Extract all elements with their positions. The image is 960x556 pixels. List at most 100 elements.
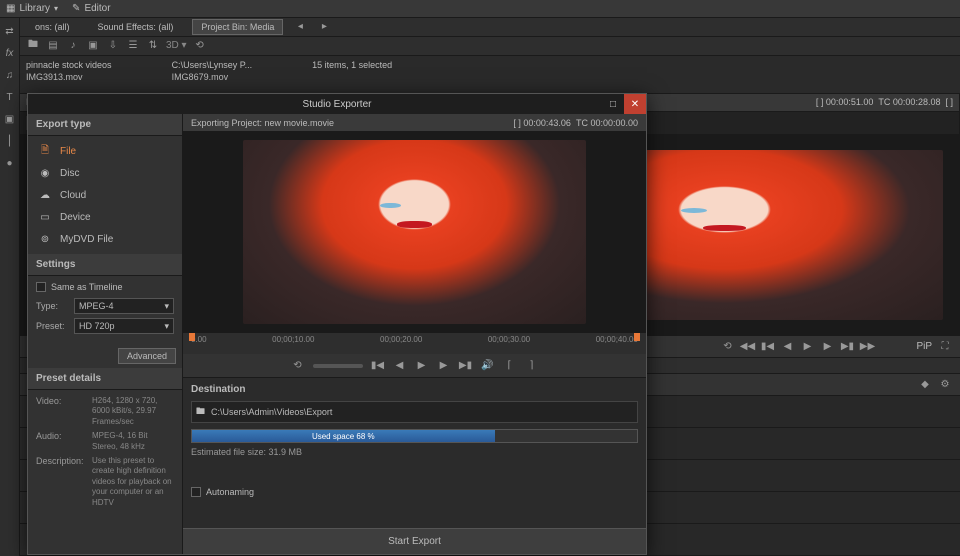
folder-icon[interactable]: 🖿 bbox=[26, 39, 40, 53]
tick: 00;00;40.00 bbox=[596, 335, 638, 344]
step-fwd-icon[interactable]: ▶ bbox=[820, 340, 834, 354]
export-type-disc[interactable]: ◉Disc bbox=[28, 162, 182, 184]
program-tc-out: TC 00:00:28.08 bbox=[878, 97, 940, 107]
same-as-timeline-checkbox[interactable]: Same as Timeline bbox=[36, 282, 174, 292]
editor-tab[interactable]: ✎ Editor bbox=[72, 3, 111, 14]
grid-icon: ▦ bbox=[6, 3, 15, 14]
step-fwd-icon[interactable]: ▶ bbox=[437, 359, 451, 373]
library-tab[interactable]: ▦ Library ▾ bbox=[6, 3, 58, 14]
export-type-file[interactable]: 🗎 File bbox=[28, 140, 182, 162]
tool-effects[interactable]: fx bbox=[3, 46, 17, 60]
checkbox-icon bbox=[191, 487, 201, 497]
mark-out-icon[interactable]: ⌉ bbox=[525, 359, 539, 373]
export-transport: ⟲ ▮◀ ◀ ▶ ▶ ▶▮ 🔊 ⌈ ⌉ bbox=[183, 354, 646, 378]
go-start-icon[interactable]: ▮◀ bbox=[371, 359, 385, 373]
ffwd-icon[interactable]: ▶▶ bbox=[860, 340, 874, 354]
list-icon[interactable]: ☰ bbox=[126, 39, 140, 53]
export-type-mydvd[interactable]: ⊚MyDVD File bbox=[28, 228, 182, 250]
tab-projectbin[interactable]: Project Bin: Media bbox=[192, 19, 283, 35]
loop-icon[interactable]: ⟲ bbox=[291, 359, 305, 373]
export-type-label: Device bbox=[60, 212, 91, 223]
file-icon: 🗎 bbox=[38, 144, 52, 158]
bin-path[interactable]: C:\Users\Lynsey P... bbox=[172, 60, 253, 70]
music-icon[interactable]: ♪ bbox=[66, 39, 80, 53]
preset-details-header: Preset details bbox=[28, 368, 182, 390]
export-type-cloud[interactable]: ☁Cloud bbox=[28, 184, 182, 206]
close-button[interactable]: ✕ bbox=[624, 94, 646, 114]
fullscreen-icon[interactable]: ⛶ bbox=[938, 340, 952, 354]
device-icon: ▭ bbox=[38, 210, 52, 224]
disk-usage-bar: Used space 68 % bbox=[191, 429, 638, 443]
bin-file-2[interactable]: IMG8679.mov bbox=[172, 72, 253, 82]
shuttle-slider[interactable] bbox=[313, 364, 363, 368]
go-start-icon[interactable]: ▮◀ bbox=[760, 340, 774, 354]
loop-icon[interactable]: ⟲ bbox=[720, 340, 734, 354]
bin-folder-name[interactable]: pinnacle stock videos bbox=[26, 60, 112, 70]
tab-prev-icon[interactable]: ◂ bbox=[293, 20, 307, 34]
out-marker[interactable] bbox=[634, 333, 640, 341]
autonaming-checkbox[interactable]: Autonaming bbox=[191, 487, 638, 497]
export-type-label: MyDVD File bbox=[60, 234, 113, 245]
volume-icon[interactable]: 🔊 bbox=[481, 359, 495, 373]
loop-icon[interactable]: ⟲ bbox=[193, 39, 207, 53]
tool-voice[interactable]: ● bbox=[3, 156, 17, 170]
browser-content: pinnacle stock videos IMG3913.mov C:\Use… bbox=[20, 56, 960, 94]
destination-path-row[interactable]: 🖿 C:\Users\Admin\Videos\Export bbox=[191, 401, 638, 423]
preset-value: HD 720p bbox=[79, 321, 115, 331]
reverse-icon[interactable]: ◀◀ bbox=[740, 340, 754, 354]
tool-photo[interactable]: ▣ bbox=[3, 112, 17, 126]
sort-icon[interactable]: ⇅ bbox=[146, 39, 160, 53]
bin-file-1[interactable]: IMG3913.mov bbox=[26, 72, 112, 82]
tab-soundfx[interactable]: Sound Effects: (all) bbox=[89, 19, 183, 35]
advanced-button[interactable]: Advanced bbox=[118, 348, 176, 364]
in-marker[interactable] bbox=[189, 333, 195, 341]
image-icon[interactable]: ▣ bbox=[86, 39, 100, 53]
marker-icon[interactable]: ◆ bbox=[918, 378, 932, 392]
pip-label[interactable]: PiP bbox=[916, 341, 932, 352]
tab-next-icon[interactable]: ▸ bbox=[317, 20, 331, 34]
tool-audio[interactable]: ♫ bbox=[3, 68, 17, 82]
preset-label: Preset: bbox=[36, 321, 70, 331]
preset-dropdown[interactable]: HD 720p ▾ bbox=[74, 318, 174, 334]
gear-icon[interactable]: ⚙ bbox=[938, 378, 952, 392]
tab-transitions[interactable]: ons: (all) bbox=[26, 19, 79, 35]
estimated-size: Estimated file size: 31.9 MB bbox=[191, 447, 638, 457]
mark-in-icon[interactable]: ⌈ bbox=[503, 359, 517, 373]
export-type-label: File bbox=[60, 146, 76, 157]
play-icon[interactable]: ▶ bbox=[415, 359, 429, 373]
maximize-button[interactable]: □ bbox=[602, 94, 624, 114]
step-back-icon[interactable]: ◀ bbox=[780, 340, 794, 354]
export-type-device[interactable]: ▭ Device bbox=[28, 206, 182, 228]
destination-header: Destination bbox=[191, 384, 638, 395]
go-end-icon[interactable]: ▶▮ bbox=[840, 340, 854, 354]
dialog-title: Studio Exporter bbox=[303, 99, 372, 110]
editor-label: Editor bbox=[84, 3, 110, 14]
type-dropdown[interactable]: MPEG-4▾ bbox=[74, 298, 174, 314]
same-as-label: Same as Timeline bbox=[51, 282, 123, 292]
start-export-button[interactable]: Start Export bbox=[183, 528, 646, 554]
export-type-label: Disc bbox=[60, 168, 79, 179]
view-icon[interactable]: ▤ bbox=[46, 39, 60, 53]
tool-transitions[interactable]: ⇄ bbox=[3, 24, 17, 38]
chevron-down-icon: ▾ bbox=[164, 321, 169, 332]
tool-split[interactable]: ⎮ bbox=[3, 134, 17, 148]
import-icon[interactable]: ⇩ bbox=[106, 39, 120, 53]
disk-usage-fill: Used space 68 % bbox=[192, 430, 495, 442]
tool-title[interactable]: T bbox=[3, 90, 17, 104]
video-label: Video: bbox=[36, 396, 92, 427]
type-label: Type: bbox=[36, 301, 70, 311]
export-timeline[interactable]: 0.00 00;00;10.00 00;00;20.00 00;00;30.00… bbox=[183, 332, 646, 354]
export-tc-in: [ ] 00:00:43.06 bbox=[513, 118, 571, 128]
exporting-project-label: Exporting Project: new movie.movie bbox=[191, 118, 334, 128]
go-end-icon[interactable]: ▶▮ bbox=[459, 359, 473, 373]
audio-value: MPEG-4, 16 Bit Stereo, 48 kHz bbox=[92, 431, 174, 452]
tick: 00;00;20.00 bbox=[380, 335, 422, 344]
cloud-icon: ☁ bbox=[38, 188, 52, 202]
chevron-down-icon: ▾ bbox=[54, 4, 58, 13]
dialog-titlebar[interactable]: Studio Exporter □ ✕ bbox=[28, 94, 646, 114]
play-icon[interactable]: ▶ bbox=[800, 340, 814, 354]
settings-header: Settings bbox=[28, 254, 182, 276]
destination-path: C:\Users\Admin\Videos\Export bbox=[211, 407, 332, 417]
step-back-icon[interactable]: ◀ bbox=[393, 359, 407, 373]
type-value: MPEG-4 bbox=[79, 301, 114, 311]
